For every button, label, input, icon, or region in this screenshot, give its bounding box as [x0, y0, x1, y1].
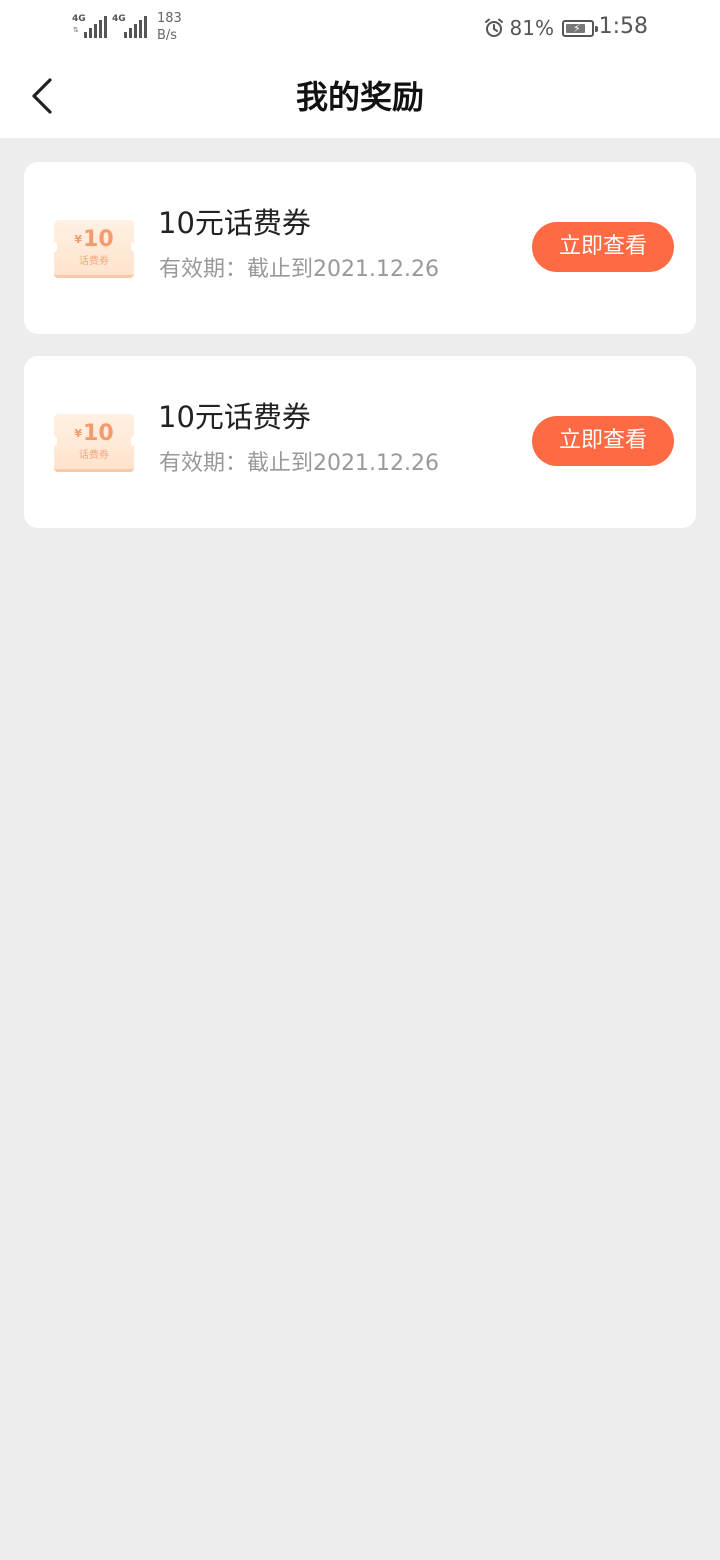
network-speed-unit: B/s	[157, 28, 178, 43]
battery-percent: 81%	[509, 16, 554, 40]
reward-title: 10元话费券	[158, 206, 311, 240]
reward-list: ¥10 话费券 10元话费券 有效期：截止到2021.12.26 立即查看 ¥1…	[24, 162, 696, 550]
signal-icon	[124, 16, 148, 38]
coupon-amount: ¥10	[54, 226, 134, 254]
reward-validity: 有效期：截止到2021.12.26	[159, 257, 439, 282]
coupon-amount-value: 10	[83, 421, 114, 446]
page-title: 我的奖励	[295, 78, 424, 116]
network-speed: 183 B/s	[157, 10, 182, 44]
coupon-label: 话费券	[79, 256, 109, 267]
network-speed-value: 183	[157, 11, 182, 26]
alarm-icon	[484, 18, 504, 38]
data-arrows-icon: ⇅	[73, 26, 79, 34]
clock-time: 1:58	[598, 14, 648, 39]
coupon-thumbnail: ¥10 话费券	[51, 220, 137, 278]
coupon-currency: ¥	[74, 427, 83, 440]
reward-card: ¥10 话费券 10元话费券 有效期：截止到2021.12.26 立即查看	[24, 162, 696, 334]
coupon-label: 话费券	[79, 450, 109, 461]
status-bar: 4G ⇅ 4G 183 B/s 81% ⚡ 1:58	[0, 0, 720, 56]
reward-validity: 有效期：截止到2021.12.26	[159, 451, 439, 476]
reward-card: ¥10 话费券 10元话费券 有效期：截止到2021.12.26 立即查看	[24, 356, 696, 528]
coupon-amount: ¥10	[54, 420, 134, 448]
battery-charging-icon: ⚡	[562, 19, 598, 37]
view-now-button[interactable]: 立即查看	[532, 222, 674, 272]
coupon-thumbnail: ¥10 话费券	[51, 414, 137, 472]
view-now-button[interactable]: 立即查看	[532, 416, 674, 466]
coupon-amount-value: 10	[83, 227, 114, 252]
status-right: 81% ⚡	[484, 14, 598, 42]
coupon-currency: ¥	[74, 233, 83, 246]
charging-bolt-icon: ⚡	[573, 21, 581, 35]
nav-bar: 我的奖励	[0, 56, 720, 138]
signal-icon	[84, 16, 108, 38]
reward-title: 10元话费券	[158, 400, 311, 434]
